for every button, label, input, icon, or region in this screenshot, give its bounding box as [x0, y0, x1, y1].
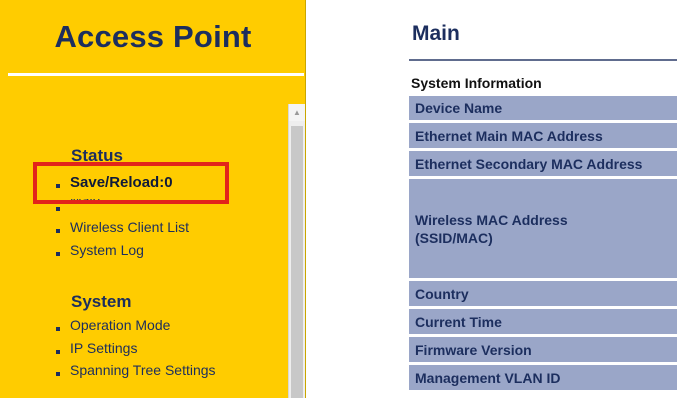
nav-item-label: System Log [70, 242, 144, 258]
scrollbar-thumb[interactable] [291, 126, 303, 398]
row-label-device-name: Device Name [415, 100, 503, 116]
bullet-icon [56, 349, 60, 354]
table-row: Management VLAN ID [409, 364, 677, 391]
bullet-icon [56, 206, 60, 211]
row-label-management-vlan-id: Management VLAN ID [415, 369, 561, 386]
nav-item-system-log[interactable]: System Log [56, 242, 144, 258]
bullet-icon [56, 326, 60, 331]
table-row: Device Name [409, 95, 677, 121]
row-label-country: Country [415, 285, 469, 302]
row-label-wireless-mac: Wireless MAC Address (SSID/MAC) [415, 211, 568, 246]
table-row: Country [409, 280, 677, 307]
bullet-icon [56, 371, 60, 376]
page-title: Main [412, 22, 460, 45]
nav-section-system: System [71, 292, 132, 311]
title-divider [409, 59, 677, 61]
table-row: Firmware Version [409, 336, 677, 363]
main-content: Main System Information Device Name Ethe… [309, 0, 677, 398]
nav-item-wireless-client-list[interactable]: Wireless Client List [56, 219, 189, 235]
scroll-up-arrow-icon[interactable]: ▲ [289, 104, 305, 121]
bullet-icon [56, 251, 60, 256]
row-label-current-time: Current Time [415, 313, 502, 330]
row-label-ethernet-main-mac: Ethernet Main MAC Address [415, 127, 603, 144]
sidebar-header: Access Point [0, 0, 306, 74]
nav-item-spanning-tree-settings[interactable]: Spanning Tree Settings [56, 362, 216, 378]
nav-item-operation-mode[interactable]: Operation Mode [56, 317, 170, 333]
row-label-firmware-version: Firmware Version [415, 341, 532, 358]
table-row: Current Time [409, 308, 677, 335]
nav-item-ip-settings[interactable]: IP Settings [56, 340, 137, 356]
sidebar: Access Point Status Save/Reload:0 Main W… [0, 0, 306, 398]
sidebar-scrollbar[interactable]: ▲ [288, 104, 305, 398]
row-label-ethernet-secondary-mac: Ethernet Secondary MAC Address [415, 155, 643, 172]
nav-item-label: Operation Mode [70, 317, 171, 333]
bullet-icon [56, 228, 60, 233]
nav-item-label: IP Settings [70, 340, 138, 356]
header-divider [8, 73, 304, 76]
highlight-box [33, 162, 229, 204]
section-label: System Information [411, 75, 542, 91]
table-row: Wireless MAC Address (SSID/MAC) [409, 178, 677, 279]
table-row: Ethernet Main MAC Address [409, 122, 677, 149]
nav-item-label: Spanning Tree Settings [70, 362, 216, 378]
app-title: Access Point [54, 19, 252, 54]
table-row: Ethernet Secondary MAC Address [409, 150, 677, 177]
bottom-margin [0, 398, 677, 404]
nav-item-label: Wireless Client List [70, 219, 190, 235]
